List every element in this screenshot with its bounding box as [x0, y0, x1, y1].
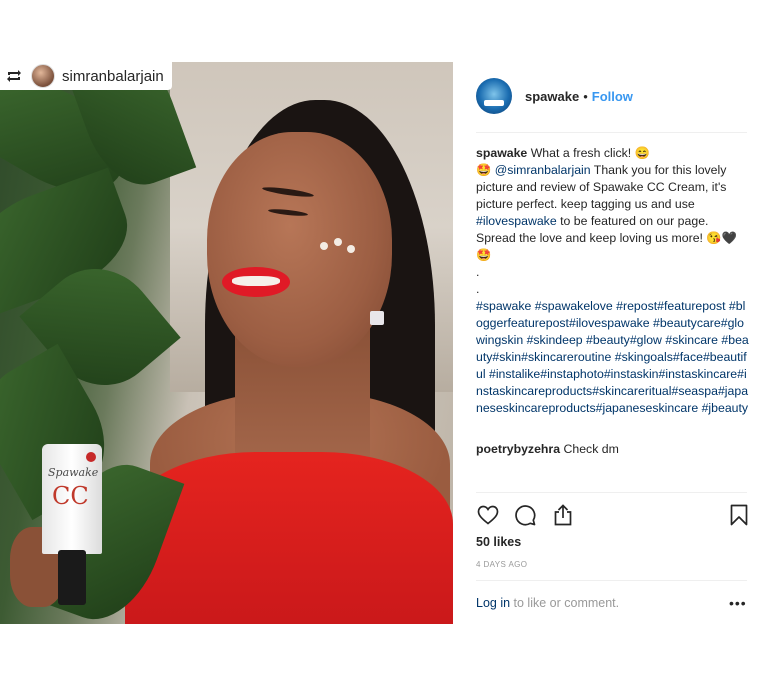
- post-header: spawake • Follow: [476, 78, 633, 114]
- comment-user[interactable]: poetrybyzehra: [476, 442, 560, 456]
- author-avatar[interactable]: [476, 78, 512, 114]
- caption-hashtag-inline[interactable]: #ilovespawake: [476, 214, 557, 228]
- comment: poetrybyzehra Check dm: [476, 442, 619, 456]
- more-options-icon[interactable]: •••: [729, 595, 747, 611]
- follow-button[interactable]: Follow: [592, 89, 633, 104]
- product-seal: [86, 452, 96, 462]
- photo-earring: [370, 311, 384, 325]
- header-divider: [476, 132, 747, 133]
- product-tube: Spawake CC: [42, 444, 102, 554]
- caption-emoji: 🤩: [476, 163, 492, 177]
- login-text: to like or comment.: [510, 596, 620, 610]
- photo-red-dress: [125, 452, 453, 624]
- likes-count[interactable]: 50 likes: [476, 535, 521, 549]
- caption-mention[interactable]: @simranbalarjain: [495, 163, 591, 177]
- post-age: 4 DAYS AGO: [476, 560, 528, 569]
- login-prompt: Log in to like or comment.: [476, 596, 619, 610]
- product-brand: Spawake: [48, 466, 99, 479]
- comment-text: Check dm: [563, 442, 619, 456]
- caption-line1: What a fresh click! 😄: [530, 146, 650, 160]
- caption-dot: .: [476, 282, 480, 296]
- bookmark-icon[interactable]: [727, 503, 751, 527]
- share-icon[interactable]: [551, 503, 575, 527]
- header-separator: •: [583, 88, 588, 104]
- photo-face: [207, 132, 392, 367]
- post-photo[interactable]: Spawake CC: [0, 62, 453, 624]
- caption-body: spawake What a fresh click! 😄 🤩 @simranba…: [476, 145, 751, 264]
- product-label: CC: [52, 482, 89, 510]
- login-link[interactable]: Log in: [476, 596, 510, 610]
- repost-user-avatar[interactable]: [31, 64, 55, 88]
- footer-divider: [476, 580, 747, 581]
- repost-username[interactable]: simranbalarjain: [62, 68, 164, 85]
- caption-author[interactable]: spawake: [476, 146, 527, 160]
- action-bar: [476, 503, 748, 527]
- product-cap: [58, 550, 86, 605]
- caption-dot: .: [476, 265, 480, 279]
- repost-tag[interactable]: simranbalarjain: [0, 62, 172, 90]
- repost-icon: [4, 68, 24, 84]
- caption-hashtags[interactable]: #spawake #spawakelove #repost#featurepos…: [476, 298, 751, 417]
- author-username[interactable]: spawake: [525, 89, 579, 104]
- comment-icon[interactable]: [513, 503, 537, 527]
- heart-icon[interactable]: [476, 503, 500, 527]
- photo-teeth: [232, 276, 280, 286]
- post-caption: spawake What a fresh click! 😄 🤩 @simranba…: [476, 145, 751, 417]
- actions-divider: [476, 492, 747, 493]
